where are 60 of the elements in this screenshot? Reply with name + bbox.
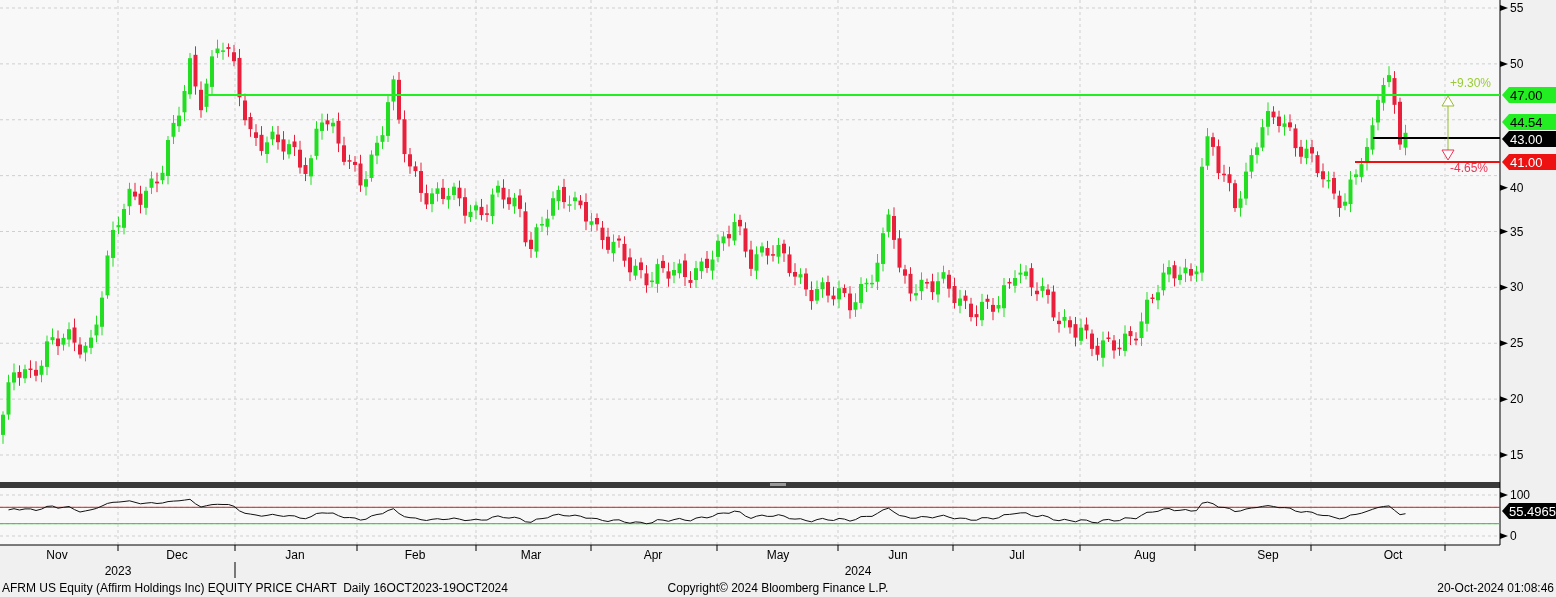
month-label: Nov bbox=[46, 548, 68, 562]
axis-tick bbox=[117, 544, 119, 552]
year-label: 2023 bbox=[104, 564, 132, 578]
chart-title: AFRM US Equity (Affirm Holdings Inc) EQUITY PRICE CHART Daily 16OCT2023-19OCT2024 bbox=[2, 579, 509, 597]
axis-tick bbox=[234, 544, 236, 552]
axis-label: 40 bbox=[1510, 180, 1524, 195]
axis-tick bbox=[1500, 533, 1508, 539]
month-label: Dec bbox=[166, 548, 188, 562]
axis-label: 55 bbox=[1510, 1, 1524, 15]
axis-tick bbox=[475, 544, 477, 552]
percent-change-label: +9.30% bbox=[1450, 76, 1492, 90]
month-label: Mar bbox=[520, 548, 542, 562]
axis-label: 25 bbox=[1510, 336, 1524, 351]
axis-tick bbox=[590, 544, 592, 552]
axis-label: 100 bbox=[1510, 488, 1531, 502]
axis-tick bbox=[1444, 544, 1446, 552]
panel-splitter[interactable] bbox=[0, 482, 1500, 488]
axis-label: 30 bbox=[1510, 280, 1524, 295]
axis-tick bbox=[952, 544, 954, 552]
axis-tick bbox=[1310, 544, 1312, 552]
month-label: Feb bbox=[404, 548, 426, 562]
axis-tick bbox=[1500, 184, 1508, 191]
copyright-text: Copyright© 2024 Bloomberg Finance L.P. bbox=[667, 579, 889, 597]
month-label: Jul bbox=[1009, 548, 1025, 562]
axis-tick bbox=[1500, 396, 1508, 403]
month-label: Jan bbox=[285, 548, 305, 562]
month-label: Jun bbox=[888, 548, 908, 562]
axis-tick bbox=[1500, 340, 1508, 347]
price-tag: 43.00 bbox=[1502, 131, 1556, 147]
month-label: Oct bbox=[1383, 548, 1403, 562]
axis-label: 15 bbox=[1510, 448, 1524, 462]
axis-label: 50 bbox=[1510, 56, 1524, 71]
axis-tick bbox=[1500, 60, 1508, 67]
axis-tick bbox=[1500, 228, 1508, 235]
axis-tick bbox=[356, 544, 358, 552]
price-tag: 41.00 bbox=[1502, 154, 1556, 170]
axis-tick bbox=[716, 544, 718, 552]
axis-tick bbox=[1079, 544, 1081, 552]
year-divider bbox=[234, 561, 236, 578]
axis-tick bbox=[1194, 544, 1196, 552]
price-tag: 47.00 bbox=[1502, 87, 1556, 103]
year-label: 2024 bbox=[844, 564, 872, 578]
axis-label: 20 bbox=[1510, 392, 1524, 407]
axis-tick bbox=[1500, 492, 1508, 498]
timestamp: 20-Oct-2024 01:08:46 bbox=[1437, 579, 1554, 597]
splitter-handle[interactable] bbox=[770, 483, 786, 486]
month-label: Sep bbox=[1257, 548, 1279, 562]
month-label: Apr bbox=[643, 548, 663, 562]
indicator-value-tag: 55.4965 bbox=[1502, 503, 1556, 519]
axis-label: 35 bbox=[1510, 224, 1524, 239]
axis-tick bbox=[837, 544, 839, 552]
percent-change-label: -4.65% bbox=[1450, 161, 1489, 175]
range-arrow bbox=[1441, 95, 1455, 161]
month-label: Aug bbox=[1134, 548, 1156, 562]
axis-tick bbox=[1500, 284, 1508, 291]
month-label: May bbox=[766, 548, 790, 562]
axis-tick bbox=[1500, 5, 1508, 11]
axis-label: 0 bbox=[1510, 529, 1517, 543]
axis-tick bbox=[1500, 452, 1508, 458]
price-tag: 44.54 bbox=[1502, 114, 1556, 130]
